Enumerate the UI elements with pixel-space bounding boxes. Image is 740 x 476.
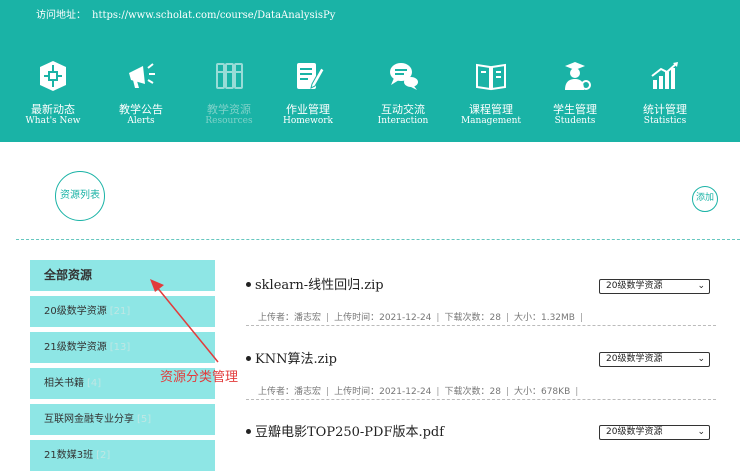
book-open-icon: [476, 63, 506, 91]
downloads-label: 下载次数：: [444, 313, 490, 323]
nav-label-en: Resources: [205, 116, 253, 126]
chart-icon: [651, 62, 678, 89]
news-icon: [40, 61, 66, 91]
category-select-value: 20级数学资源: [606, 281, 663, 291]
bullet-icon: [246, 429, 251, 434]
sidebar-item-label: 全部资源: [44, 268, 93, 282]
file-item: 豆瓣电影TOP250-PDF版本.pdf 20级数学资源 ⌄: [246, 421, 716, 440]
course-header: 访问地址： https://www.scholat.com/course/Data…: [0, 0, 740, 142]
category-select[interactable]: 20级数学资源 ⌄: [599, 352, 710, 367]
nav-label-en: Homework: [282, 116, 333, 126]
sidebar-item-count: [5]: [137, 414, 152, 425]
nav-label-zh: 课程管理: [469, 103, 513, 116]
file-item: sklearn-线性回归.zip 上传者：潘志宏 | 上传时间：2021-12-24…: [246, 274, 716, 326]
sidebar-item-label: 互联网金融专业分享: [44, 414, 134, 425]
add-button[interactable]: 添加: [692, 186, 718, 212]
uploader-label: 上传者：: [258, 387, 295, 397]
nav-item-homework[interactable]: 作业管理 Homework: [265, 52, 351, 136]
sidebar-item-finance[interactable]: 互联网金融专业分享 [5]: [30, 404, 215, 435]
time-label: 上传时间：: [334, 387, 380, 397]
size-label: 大小：: [513, 387, 541, 397]
nav-item-interaction[interactable]: 互动交流 Interaction: [360, 52, 446, 136]
sidebar-item-label: 20级数学资源: [44, 306, 107, 317]
nav-label-zh: 最新动态: [31, 103, 75, 116]
nav-item-management[interactable]: 课程管理 Management: [448, 52, 534, 136]
nav-label-zh: 统计管理: [643, 103, 687, 116]
time-value: 2021-12-24: [379, 313, 432, 323]
nav-item-alerts[interactable]: 教学公告 Alerts: [98, 52, 184, 136]
downloads-label: 下载次数：: [444, 387, 490, 397]
sidebar-item-count: [13]: [109, 342, 131, 353]
address-label: 访问地址：: [36, 10, 86, 21]
nav-label-en: Interaction: [377, 116, 429, 126]
nav-item-students[interactable]: 学生管理 Students: [532, 52, 618, 136]
time-label: 上传时间：: [334, 313, 380, 323]
nav-label-zh: 教学资源: [207, 103, 251, 116]
nav-label-zh: 互动交流: [381, 103, 425, 116]
uploader-label: 上传者：: [258, 313, 295, 323]
file-divider: [246, 325, 716, 326]
sidebar-item-count: [4]: [87, 378, 102, 389]
nav-label-en: Management: [460, 116, 522, 126]
chevron-down-icon: ⌄: [697, 281, 705, 291]
chat-icon: [390, 63, 418, 90]
category-select[interactable]: 20级数学资源 ⌄: [599, 279, 710, 294]
file-divider: [246, 399, 716, 400]
chevron-down-icon: ⌄: [697, 427, 705, 437]
annotation-arrow: [150, 279, 219, 363]
file-item: KNN算法.zip 上传者：潘志宏 | 上传时间：2021-12-24 | 下载次数：2…: [246, 348, 716, 400]
size-value: 1.32MB: [540, 313, 575, 323]
file-name[interactable]: sklearn-线性回归.zip: [255, 278, 384, 293]
file-name[interactable]: 豆瓣电影TOP250-PDF版本.pdf: [255, 425, 444, 440]
sidebar-item-label: 21级数学资源: [44, 342, 107, 353]
sidebar-item-count: [2]: [96, 450, 111, 461]
downloads-value: 28: [489, 387, 501, 397]
bullet-icon: [246, 282, 251, 287]
nav-label-en: Students: [554, 116, 596, 126]
megaphone-icon: [129, 63, 155, 88]
size-value: 678KB: [540, 387, 571, 397]
bullet-icon: [246, 356, 251, 361]
file-name[interactable]: KNN算法.zip: [255, 352, 337, 367]
size-label: 大小：: [513, 313, 541, 323]
address-url[interactable]: https://www.scholat.com/course/DataAnaly…: [92, 10, 335, 21]
category-select-value: 20级数学资源: [606, 354, 663, 364]
annotation-label: 资源分类管理: [160, 370, 239, 385]
file-meta: 上传者：潘志宏 | 上传时间：2021-12-24 | 下载次数：28 | 大小：1.32M…: [258, 313, 584, 323]
books-icon: [216, 63, 243, 89]
file-meta: 上传者：潘志宏 | 上传时间：2021-12-24 | 下载次数：28 | 大小：678KB…: [258, 387, 579, 397]
course-address: 访问地址： https://www.scholat.com/course/Data…: [36, 6, 335, 21]
nav-item-resources[interactable]: 教学资源 Resources: [186, 52, 272, 136]
uploader-value: 潘志宏: [294, 313, 322, 323]
main-nav: 最新动态 What's New 教学公告 Alerts 教学资源 Resourc…: [0, 52, 740, 142]
nav-item-whats-new[interactable]: 最新动态 What's New: [10, 52, 96, 136]
nav-label-en: Statistics: [643, 116, 687, 126]
section-divider: [16, 239, 740, 240]
nav-item-statistics[interactable]: 统计管理 Statistics: [622, 52, 708, 136]
homework-icon: [297, 63, 325, 89]
student-icon: [565, 62, 591, 90]
chevron-down-icon: ⌄: [697, 354, 705, 364]
nav-label-zh: 学生管理: [553, 103, 597, 116]
category-select-value: 20级数学资源: [606, 427, 663, 437]
nav-label-en: What's New: [25, 116, 81, 126]
nav-label-en: Alerts: [127, 116, 155, 126]
resource-list-button[interactable]: 资源列表: [55, 171, 105, 221]
sidebar-item-count: [21]: [109, 306, 131, 317]
nav-label-zh: 作业管理: [286, 103, 330, 116]
uploader-value: 潘志宏: [294, 387, 322, 397]
sidebar-item-label: 相关书籍: [44, 378, 84, 389]
category-select[interactable]: 20级数学资源 ⌄: [599, 425, 710, 440]
nav-label-zh: 教学公告: [119, 103, 163, 116]
time-value: 2021-12-24: [379, 387, 432, 397]
sidebar-item-label: 21数媒3班: [44, 450, 94, 461]
downloads-value: 28: [489, 313, 501, 323]
sidebar-item-21-media[interactable]: 21数媒3班 [2]: [30, 440, 215, 471]
